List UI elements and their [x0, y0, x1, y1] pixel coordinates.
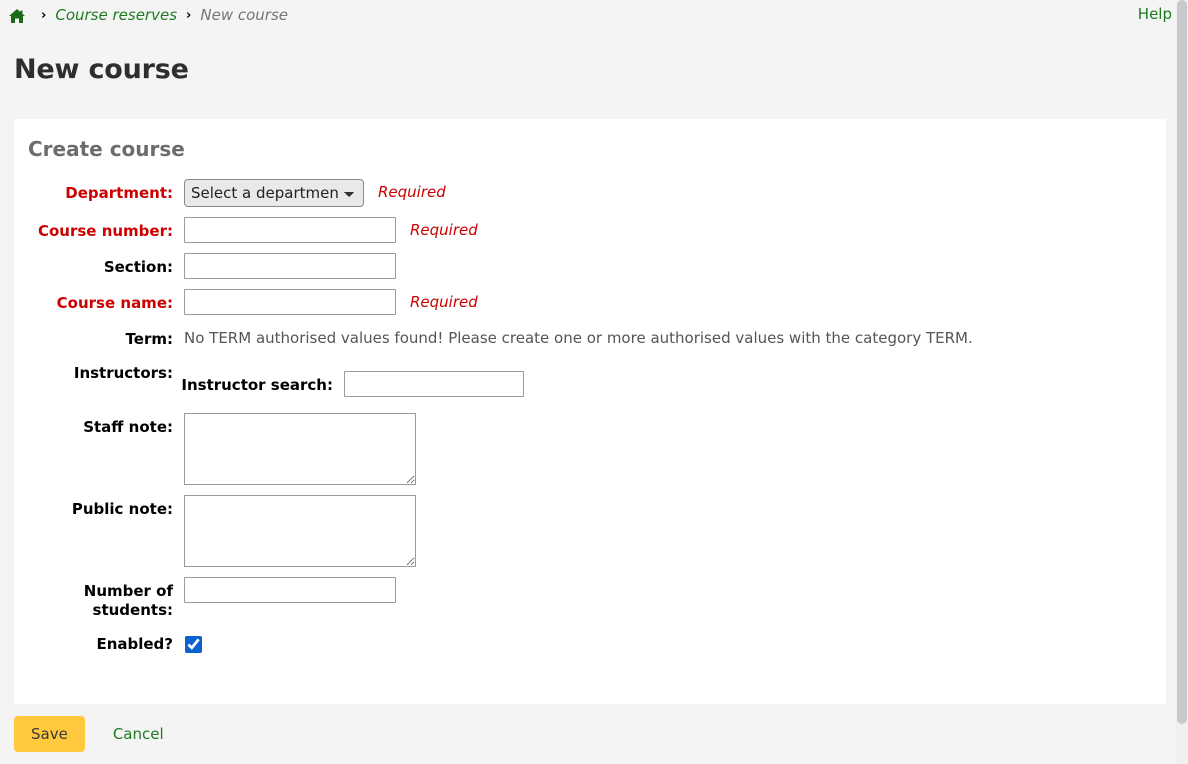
create-course-card: Create course Department: Select a depar…: [14, 119, 1166, 704]
form-legend: Create course: [28, 137, 1166, 161]
enabled-checkbox[interactable]: [185, 636, 202, 653]
field-row-public-note: Public note:: [14, 495, 1166, 567]
department-label: Department:: [14, 179, 184, 203]
home-icon[interactable]: [8, 8, 26, 24]
number-of-students-control: [184, 577, 396, 603]
department-select[interactable]: Select a department: [184, 179, 364, 207]
course-name-label: Course name:: [14, 289, 184, 313]
course-number-input[interactable]: [184, 217, 396, 243]
page-scrollbar[interactable]: [1176, 0, 1188, 764]
cancel-link[interactable]: Cancel: [113, 725, 164, 743]
save-button[interactable]: Save: [14, 716, 85, 752]
form-action-bar: Save Cancel: [14, 716, 164, 752]
field-row-instructor-search: Instructor search:: [14, 371, 1166, 397]
help-link[interactable]: Help: [1138, 5, 1172, 23]
course-name-required-hint: Required: [410, 289, 478, 311]
breadcrumb: › Course reserves › New course Help: [0, 0, 1188, 30]
section-input[interactable]: [184, 253, 396, 279]
page-scrollbar-thumb[interactable]: [1177, 0, 1187, 724]
course-number-label: Course number:: [14, 217, 184, 241]
number-of-students-label: Number of students:: [14, 577, 184, 620]
field-row-section: Section:: [14, 253, 1166, 279]
instructor-search-input[interactable]: [344, 371, 524, 397]
page-title: New course: [0, 30, 1188, 85]
breadcrumb-separator-1: ›: [41, 9, 46, 22]
breadcrumb-separator-2: ›: [186, 9, 191, 22]
public-note-label: Public note:: [14, 495, 184, 519]
course-number-control: Required: [184, 217, 478, 243]
field-row-course-number: Course number: Required: [14, 217, 1166, 243]
term-label: Term:: [14, 325, 184, 349]
course-number-required-hint: Required: [410, 217, 478, 239]
staff-note-control: [184, 413, 416, 485]
course-name-input[interactable]: [184, 289, 396, 315]
field-row-department: Department: Select a department Required: [14, 179, 1166, 207]
instructor-search-control: [344, 371, 524, 397]
staff-note-textarea[interactable]: [184, 413, 416, 485]
enabled-label: Enabled?: [14, 630, 184, 654]
field-row-number-of-students: Number of students:: [14, 577, 1166, 620]
term-control: No TERM authorised values found! Please …: [184, 325, 973, 348]
section-control: [184, 253, 396, 279]
breadcrumb-current-new-course: New course: [200, 6, 288, 24]
term-message: No TERM authorised values found! Please …: [184, 325, 973, 348]
section-label: Section:: [14, 253, 184, 277]
department-control: Select a department Required: [184, 179, 446, 207]
number-of-students-input[interactable]: [184, 577, 396, 603]
enabled-control: [184, 630, 202, 653]
field-row-course-name: Course name: Required: [14, 289, 1166, 315]
field-row-staff-note: Staff note:: [14, 413, 1166, 485]
instructor-search-label: Instructor search:: [14, 371, 344, 395]
public-note-control: [184, 495, 416, 567]
field-row-enabled: Enabled?: [14, 630, 1166, 654]
breadcrumb-link-course-reserves[interactable]: Course reserves: [55, 6, 177, 24]
field-row-term: Term: No TERM authorised values found! P…: [14, 325, 1166, 349]
department-required-hint: Required: [378, 179, 446, 201]
public-note-textarea[interactable]: [184, 495, 416, 567]
staff-note-label: Staff note:: [14, 413, 184, 437]
course-name-control: Required: [184, 289, 478, 315]
